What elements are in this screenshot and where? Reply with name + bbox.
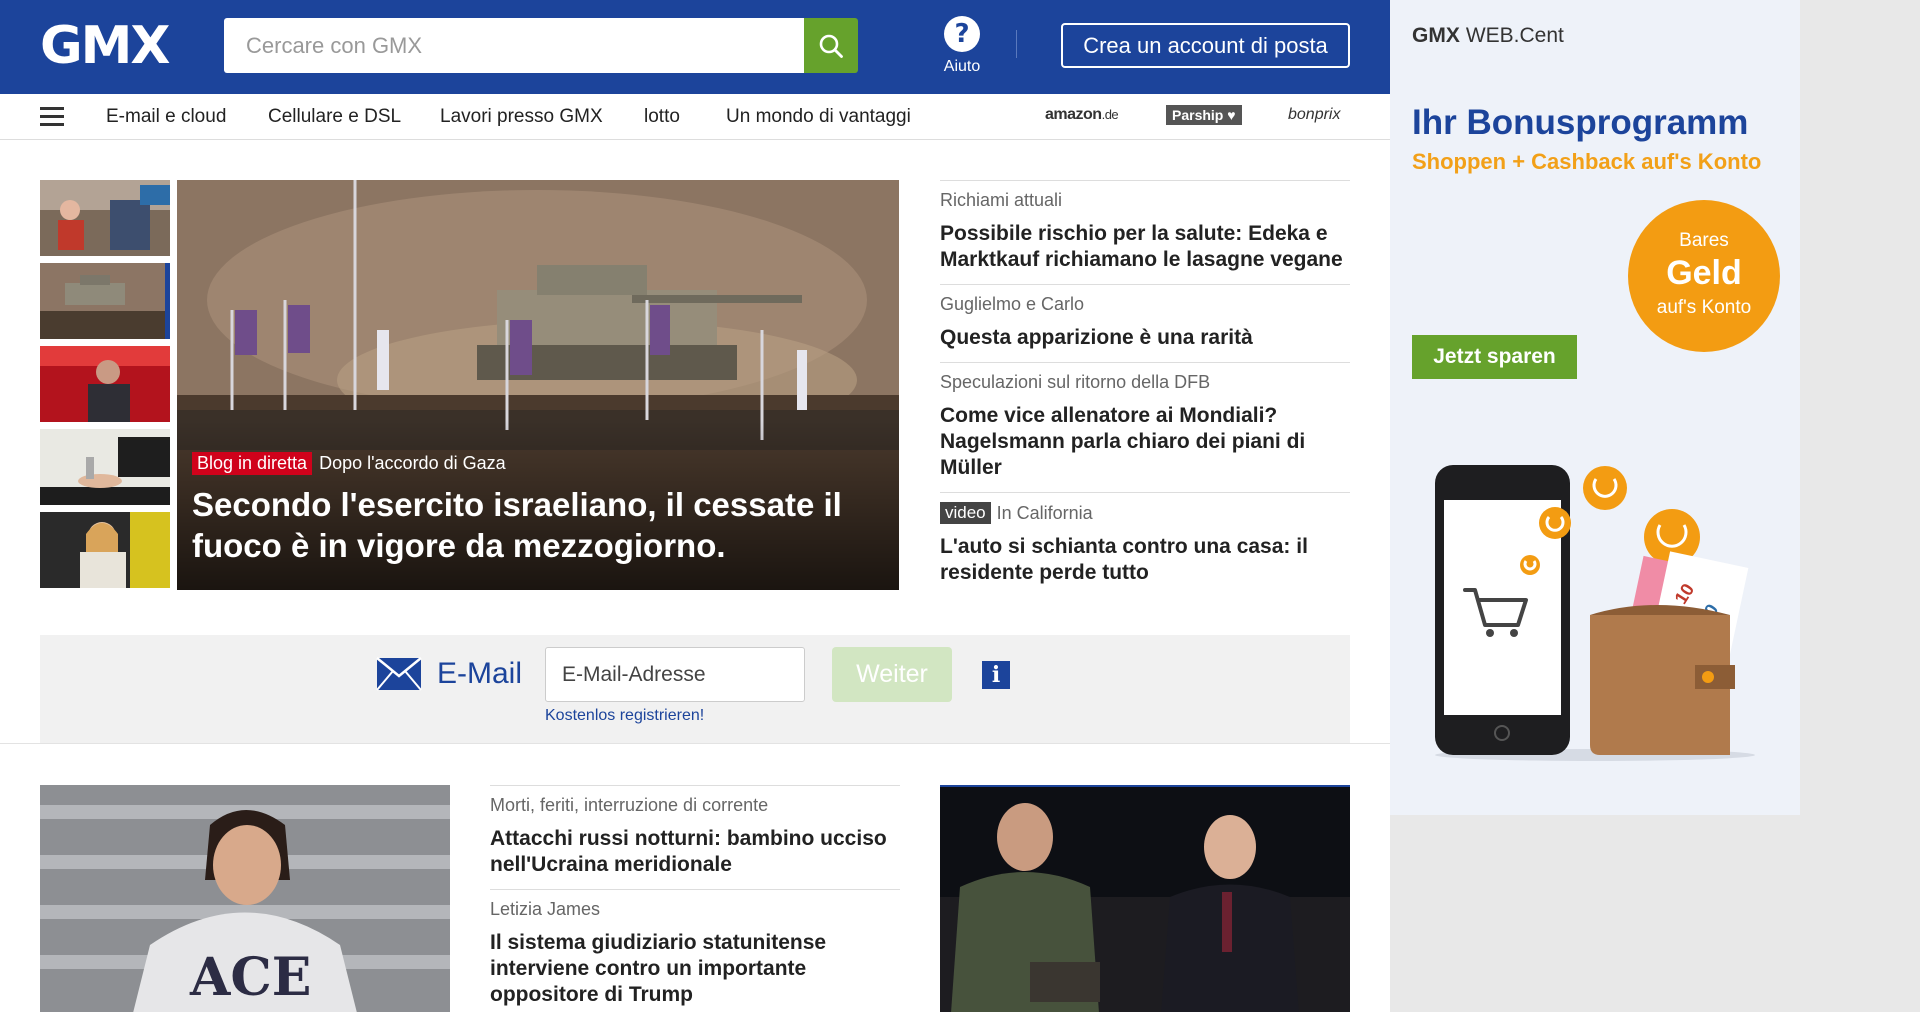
hero-meta: Blog in diretta Dopo l'accordo di Gaza (192, 452, 506, 475)
thumbnail-3[interactable] (40, 346, 170, 422)
hero-kicker: Dopo l'accordo di Gaza (319, 453, 506, 473)
hamburger-icon[interactable] (40, 107, 64, 127)
ad-brand-suffix: WEB.Cent (1465, 24, 1564, 47)
continue-button[interactable]: Weiter (832, 647, 952, 702)
news-title[interactable]: Il sistema giudiziario statunitense inte… (490, 930, 900, 1008)
info-icon[interactable]: i (982, 661, 1010, 689)
badge-main-text: Geld (1666, 254, 1742, 292)
news-item[interactable]: video In California L'auto si schianta c… (940, 492, 1350, 597)
gmx-logo[interactable]: GMX (40, 18, 171, 74)
nav-item-lotto[interactable]: lotto (644, 106, 680, 128)
ad-cashback-badge: Bares Geld auf's Konto (1628, 200, 1780, 352)
advertisement-panel[interactable]: GMX WEB.Cent Ihr Bonusprogramm Shoppen + … (1390, 0, 1800, 815)
register-link[interactable]: Kostenlos registrieren! (545, 707, 704, 725)
ad-brand-name: GMX (1412, 24, 1460, 47)
hero-teaser[interactable]: Blog in diretta Dopo l'accordo di Gaza S… (177, 180, 899, 590)
thumbnail-4[interactable] (40, 429, 170, 505)
news-kicker-row: video In California (940, 502, 1350, 524)
news-kicker: Richiami attuali (940, 190, 1063, 210)
main-column: GMX ? Aiuto Crea un account di posta E-m… (0, 0, 1390, 1012)
news-title[interactable]: Come vice allenatore ai Mondiali? Nagels… (940, 403, 1350, 481)
badge-top-text: Bares (1679, 230, 1729, 251)
news-kicker: Letizia James (490, 899, 601, 919)
svg-text:ACE: ACE (189, 947, 311, 1008)
news-item[interactable]: Morti, feriti, interruzione di corrente … (490, 785, 900, 889)
search-icon (819, 34, 843, 58)
top-bar: GMX ? Aiuto Crea un account di posta (0, 0, 1390, 94)
lower-news-list: Morti, feriti, interruzione di corrente … (490, 785, 900, 1012)
news-kicker: Speculazioni sul ritorno della DFB (940, 372, 1211, 392)
hero-thumbnails (40, 180, 170, 595)
nav-item-benefits[interactable]: Un mondo di vantaggi (726, 106, 911, 128)
thumbnail-5[interactable] (40, 512, 170, 588)
create-account-button[interactable]: Crea un account di posta (1061, 23, 1350, 68)
news-title[interactable]: L'auto si schianta contro una casa: il r… (940, 534, 1350, 586)
amazon-suffix: .de (1101, 107, 1119, 122)
news-kicker: Guglielmo e Carlo (940, 294, 1085, 314)
ad-cta-button[interactable]: Jetzt sparen (1412, 335, 1577, 379)
partner-amazon-link[interactable]: amazon.de (1045, 106, 1119, 124)
news-list: Richiami attuali Possibile rischio per l… (940, 180, 1350, 597)
news-item[interactable]: Richiami attuali Possibile rischio per l… (940, 180, 1350, 284)
search-input[interactable] (224, 18, 804, 73)
phone-wallet-illustration: 10 20 (1435, 465, 1755, 761)
live-blog-badge: Blog in diretta (192, 452, 313, 475)
video-badge: video (940, 502, 991, 524)
thumbnail-2-active[interactable] (40, 263, 170, 339)
envelope-icon (376, 657, 422, 691)
partner-bonprix-link[interactable]: bonprix (1288, 106, 1340, 124)
news-kicker: In California (996, 502, 1093, 523)
nav-bar: E-mail e cloud Cellulare e DSL Lavori pr… (0, 94, 1390, 140)
badge-bottom-text: auf's Konto (1656, 297, 1752, 318)
news-title[interactable]: Questa apparizione è una rarità (940, 325, 1350, 351)
email-login-strip: E-Mail Kostenlos registrieren! Weiter i (40, 635, 1350, 743)
news-item[interactable]: Letizia James Il sistema giudiziario sta… (490, 889, 900, 1012)
hero-title[interactable]: Secondo l'esercito israeliano, il cessat… (192, 484, 872, 566)
ad-subtitle: Shoppen + Cashback auf's Konto (1412, 149, 1762, 174)
nav-item-email-cloud[interactable]: E-mail e cloud (106, 106, 226, 128)
news-title[interactable]: Possibile rischio per la salute: Edeka e… (940, 221, 1350, 273)
thumbnail-1[interactable] (40, 180, 170, 256)
email-address-input[interactable] (545, 647, 805, 702)
divider (0, 743, 1390, 744)
ad-brand: GMX WEB.Cent (1412, 24, 1564, 48)
help-label: Aiuto (943, 58, 981, 75)
nav-item-mobile-dsl[interactable]: Cellulare e DSL (268, 106, 401, 128)
question-circle-icon: ? (944, 16, 980, 52)
lower-teaser-image-left[interactable]: ACE (40, 785, 450, 1012)
lower-teaser-image-right[interactable] (940, 785, 1350, 1012)
search-box (224, 18, 804, 73)
email-label: E-Mail (437, 657, 523, 690)
news-kicker: Morti, feriti, interruzione di corrente (490, 795, 769, 815)
partner-parship-link[interactable]: Parship ♥ (1166, 105, 1242, 125)
divider (1016, 30, 1017, 58)
news-title[interactable]: Attacchi russi notturni: bambino ucciso … (490, 826, 900, 878)
news-item[interactable]: Guglielmo e Carlo Questa apparizione è u… (940, 284, 1350, 362)
news-item[interactable]: Speculazioni sul ritorno della DFB Come … (940, 362, 1350, 492)
search-button[interactable] (804, 18, 858, 73)
help-button[interactable]: ? Aiuto (932, 16, 992, 76)
ad-title: Ihr Bonusprogramm (1412, 103, 1749, 142)
nav-item-jobs[interactable]: Lavori presso GMX (440, 106, 603, 128)
amazon-name: amazon (1045, 106, 1102, 123)
